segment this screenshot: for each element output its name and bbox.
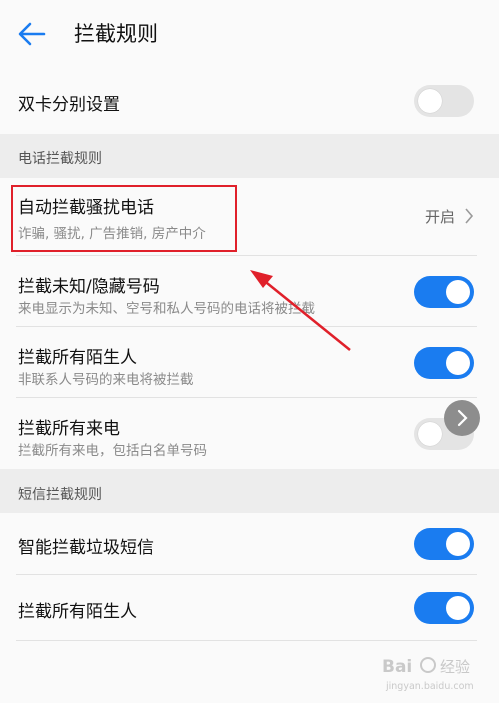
block-strangers-call-row[interactable]: 拦截所有陌生人 非联系人号码的来电将被拦截 bbox=[0, 327, 499, 398]
block-unknown-desc: 来电显示为未知、空号和私人号码的电话将被拦截 bbox=[18, 301, 315, 317]
row-divider bbox=[16, 640, 477, 641]
dual-sim-row[interactable]: 双卡分别设置 bbox=[0, 68, 499, 134]
block-strangers-call-label: 拦截所有陌生人 bbox=[18, 348, 137, 368]
toggle-knob bbox=[446, 596, 470, 620]
block-all-calls-label: 拦截所有来电 bbox=[18, 419, 120, 439]
toggle-knob bbox=[446, 532, 470, 556]
block-unknown-hidden-row[interactable]: 拦截未知/隐藏号码 来电显示为未知、空号和私人号码的电话将被拦截 bbox=[0, 256, 499, 327]
toggle-knob bbox=[418, 422, 442, 446]
smart-sms-toggle[interactable] bbox=[414, 528, 474, 560]
block-unknown-toggle[interactable] bbox=[414, 276, 474, 308]
chevron-right-icon bbox=[465, 208, 474, 224]
app-bar: 拦截规则 bbox=[0, 0, 499, 68]
block-strangers-sms-row[interactable]: 拦截所有陌生人 bbox=[0, 575, 499, 641]
annotation-highlight-box bbox=[11, 185, 237, 252]
block-strangers-sms-toggle[interactable] bbox=[414, 592, 474, 624]
next-page-button[interactable] bbox=[444, 400, 480, 436]
svg-text:经验: 经验 bbox=[440, 658, 470, 676]
svg-text:Bai: Bai bbox=[382, 657, 412, 677]
page-title: 拦截规则 bbox=[74, 22, 158, 46]
toggle-knob bbox=[446, 351, 470, 375]
block-all-calls-row[interactable]: 拦截所有来电 拦截所有来电，包括白名单号码 bbox=[0, 398, 499, 469]
block-strangers-call-desc: 非联系人号码的来电将被拦截 bbox=[18, 372, 194, 388]
sms-rules-section-header: 短信拦截规则 bbox=[0, 469, 499, 513]
block-all-calls-desc: 拦截所有来电，包括白名单号码 bbox=[18, 443, 207, 459]
dual-sim-label: 双卡分别设置 bbox=[18, 95, 120, 115]
dual-sim-toggle[interactable] bbox=[414, 85, 474, 117]
auto-block-status: 开启 bbox=[425, 208, 456, 226]
block-unknown-label: 拦截未知/隐藏号码 bbox=[18, 277, 160, 297]
back-arrow-icon[interactable] bbox=[16, 18, 48, 50]
toggle-knob bbox=[418, 89, 442, 113]
call-rules-section-header: 电话拦截规则 bbox=[0, 134, 499, 178]
smart-block-spam-sms-row[interactable]: 智能拦截垃圾短信 bbox=[0, 513, 499, 575]
call-rules-section-title: 电话拦截规则 bbox=[18, 151, 102, 167]
smart-sms-label: 智能拦截垃圾短信 bbox=[18, 538, 154, 558]
block-strangers-sms-label: 拦截所有陌生人 bbox=[18, 602, 137, 622]
toggle-knob bbox=[446, 280, 470, 304]
svg-text:jingyan.baidu.com: jingyan.baidu.com bbox=[385, 681, 474, 692]
sms-rules-section-title: 短信拦截规则 bbox=[18, 487, 102, 503]
block-strangers-call-toggle[interactable] bbox=[414, 347, 474, 379]
chevron-right-icon bbox=[457, 409, 468, 427]
baidu-jingyan-watermark-logo: Bai 经验 jingyan.baidu.com bbox=[382, 657, 474, 692]
